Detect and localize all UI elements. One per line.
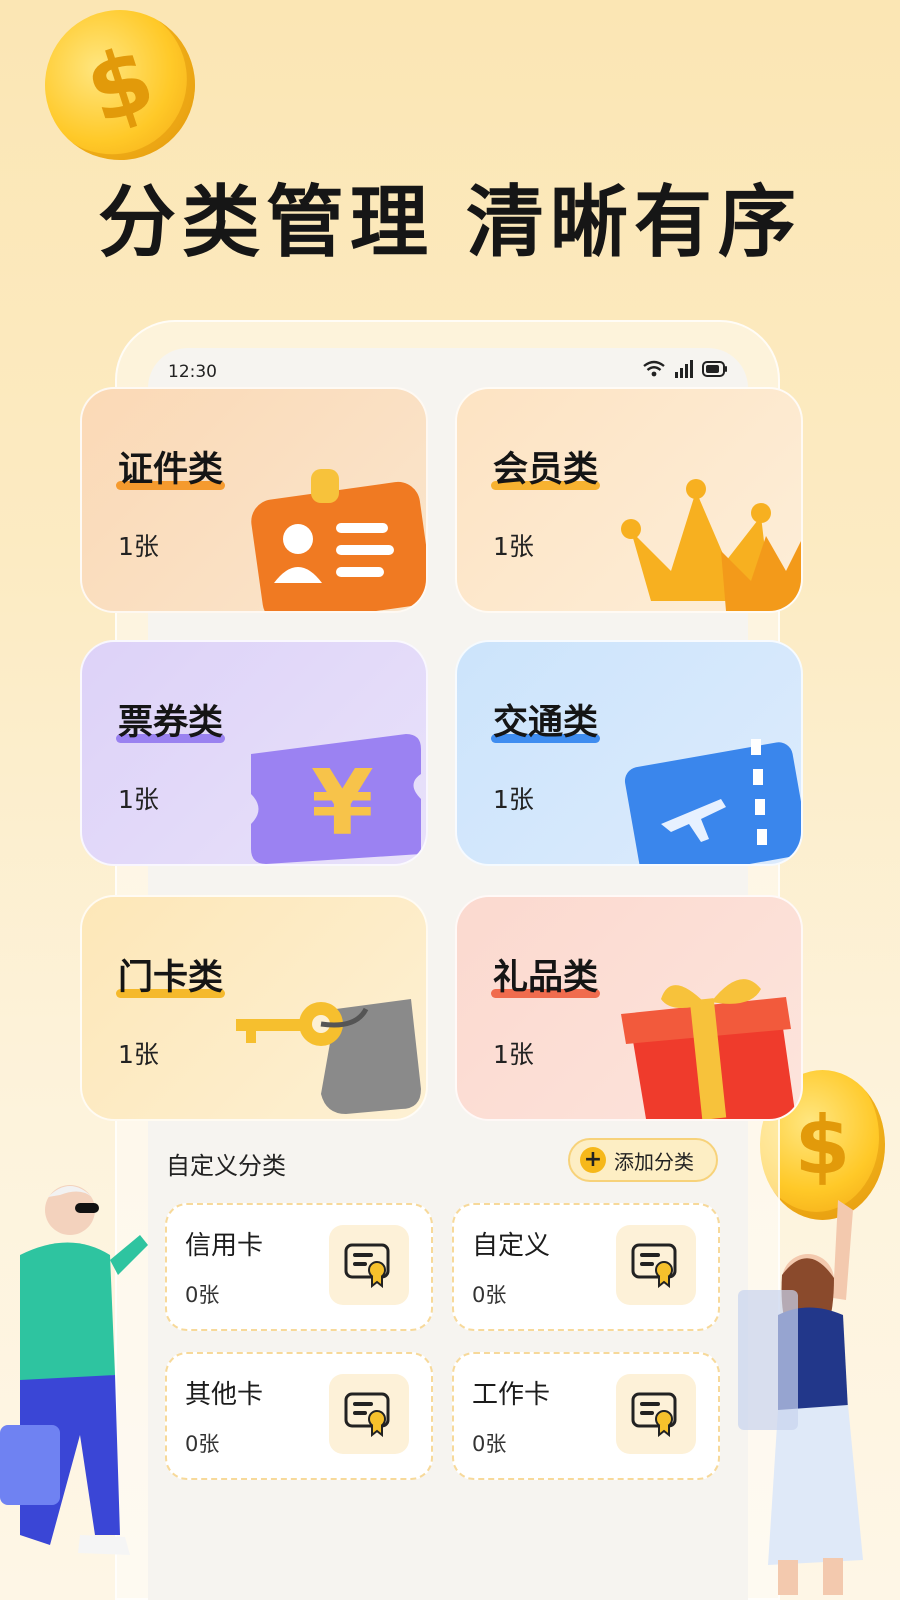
custom-card-count: 0张 [185,1283,220,1307]
person-illustration-right [738,1200,863,1595]
custom-card-name: 信用卡 [185,1231,264,1261]
certificate-icon [616,1225,696,1305]
category-card-door[interactable]: 门卡类 1张 [80,895,428,1121]
svg-text:¥: ¥ [311,751,374,856]
id-badge-icon [251,469,426,611]
custom-section-title: 自定义分类 [166,1152,286,1180]
category-count: 1张 [493,1040,534,1069]
category-title: 会员类 [490,441,601,492]
person-illustration-left [0,1185,148,1555]
coin-icon: $ [25,0,215,180]
custom-card[interactable]: 工作卡 0张 [452,1352,720,1480]
certificate-icon [616,1374,696,1454]
certificate-icon [329,1225,409,1305]
gift-box-icon [621,979,796,1119]
category-title: 证件类 [115,441,226,492]
category-card-transport[interactable]: 交通类 1张 [455,640,803,866]
custom-card[interactable]: 其他卡 0张 [165,1352,433,1480]
custom-card[interactable]: 信用卡 0张 [165,1203,433,1331]
add-category-label: 添加分类 [614,1149,694,1174]
custom-card[interactable]: 自定义 0张 [452,1203,720,1331]
custom-card-count: 0张 [472,1432,507,1456]
plane-ticket-icon [624,739,801,864]
category-card-gift[interactable]: 礼品类 1张 [455,895,803,1121]
key-tag-icon [236,999,421,1114]
category-card-ticket[interactable]: 票券类 1张 ¥ [80,640,428,866]
battery-icon [702,361,727,377]
category-count: 1张 [118,1040,159,1069]
category-title: 票券类 [115,694,226,745]
signal-icon [675,360,693,378]
custom-card-name: 其他卡 [185,1380,264,1410]
category-count: 1张 [118,785,159,814]
custom-card-name: 自定义 [472,1231,551,1261]
crown-icon [621,479,801,611]
headline: 分类管理 清晰有序 [0,160,900,272]
add-category-button[interactable]: + 添加分类 [568,1138,718,1182]
category-title: 门卡类 [115,949,226,1000]
custom-card-count: 0张 [185,1432,220,1456]
category-count: 1张 [118,532,159,561]
yuan-ticket-icon: ¥ [251,734,421,864]
custom-card-count: 0张 [472,1283,507,1307]
status-time: 12:30 [168,362,217,382]
category-count: 1张 [493,785,534,814]
category-count: 1张 [493,532,534,561]
category-card-member[interactable]: 会员类 1张 [455,387,803,613]
category-title: 礼品类 [490,949,601,1000]
custom-card-name: 工作卡 [472,1380,551,1410]
plus-icon: + [580,1147,606,1173]
headline-left: 分类管理 [97,178,434,268]
category-title: 交通类 [490,694,601,745]
status-bar: 12:30 [148,352,738,392]
category-card-id[interactable]: 证件类 1张 [80,387,428,613]
headline-right: 清晰有序 [466,178,803,268]
certificate-icon [329,1374,409,1454]
wifi-icon [643,360,665,377]
